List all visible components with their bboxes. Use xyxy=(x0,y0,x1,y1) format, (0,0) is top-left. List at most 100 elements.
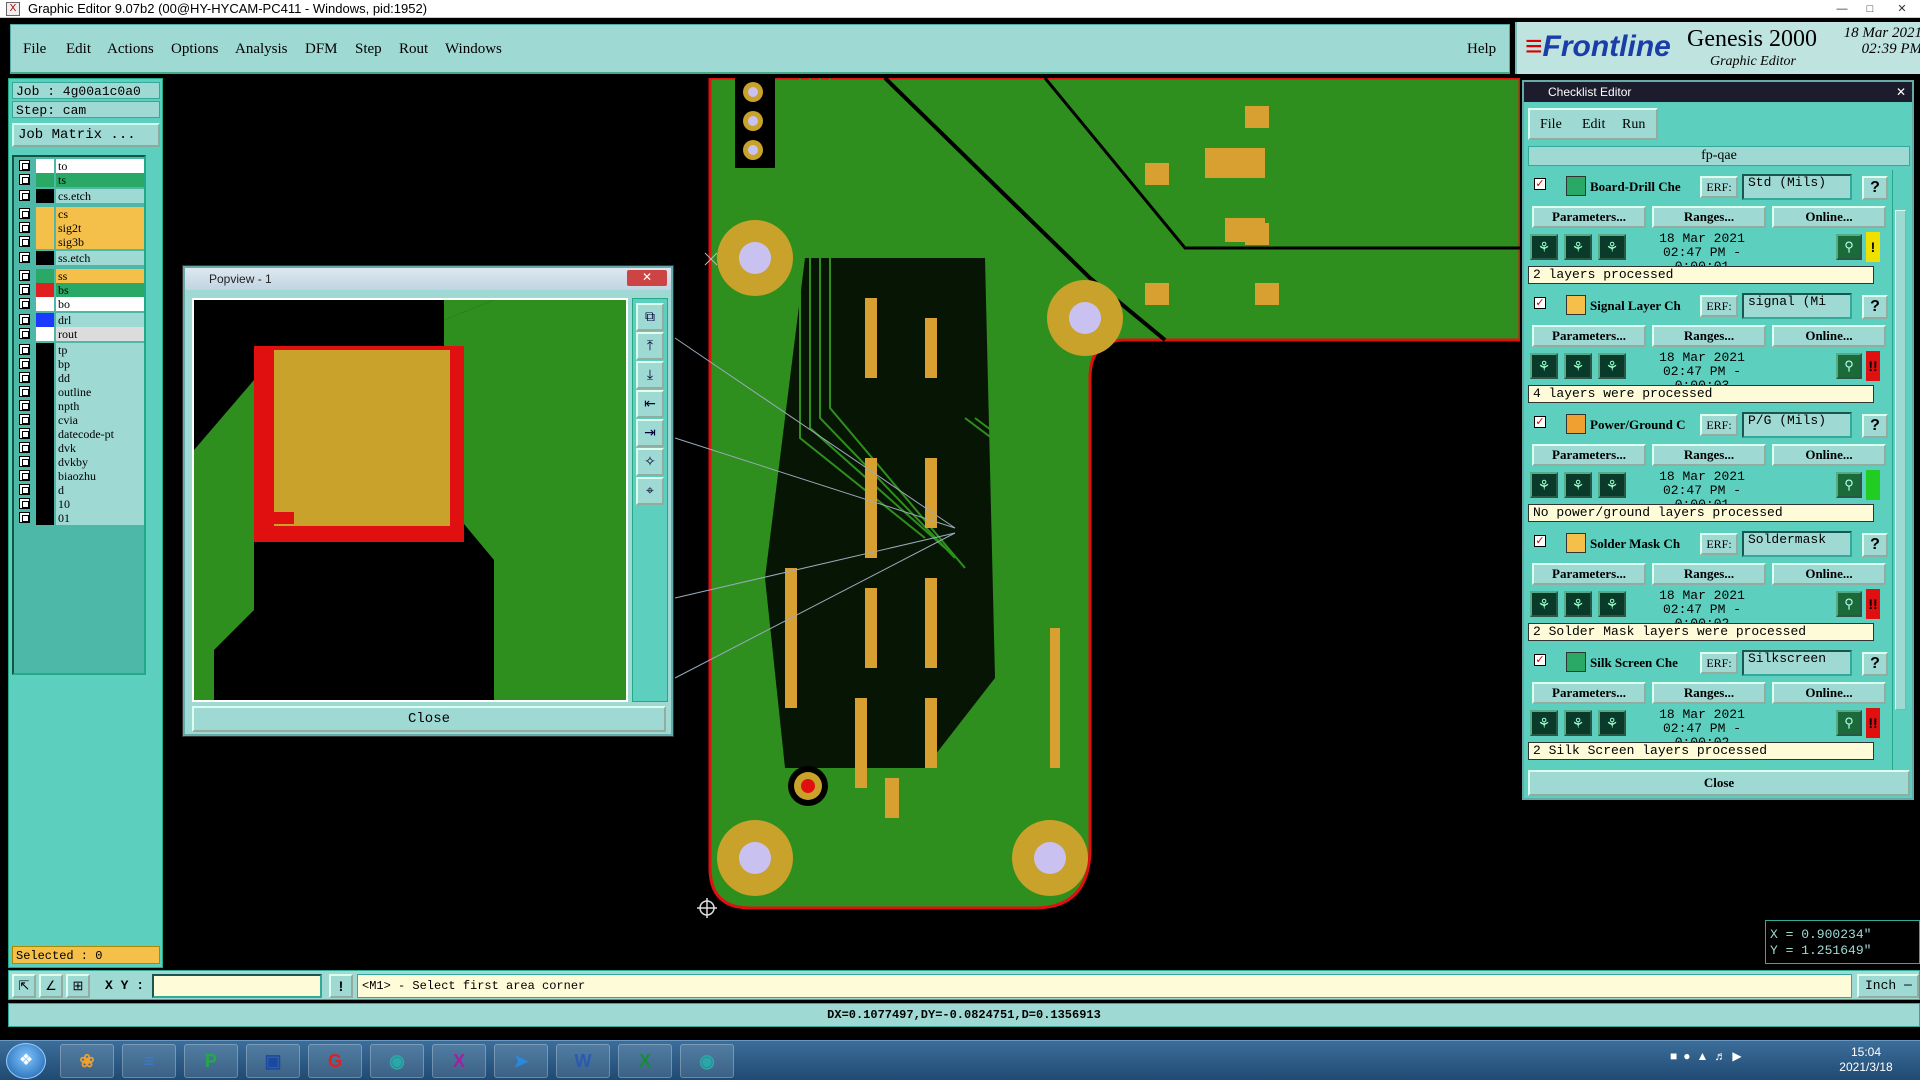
pan-left-icon[interactable]: ⇤ xyxy=(636,390,664,418)
layer-checkbox[interactable] xyxy=(19,270,30,281)
zoom-in-icon[interactable]: ⤒ xyxy=(636,332,664,360)
layer-checkbox[interactable] xyxy=(19,470,30,481)
snap-icon[interactable]: ⇱ xyxy=(12,974,36,998)
layer-name[interactable]: drl xyxy=(56,313,144,327)
layer-color-swatch[interactable] xyxy=(36,441,54,455)
run-action-icon-3[interactable]: ⚘ xyxy=(1598,234,1626,260)
run-action-icon-3[interactable]: ⚘ xyxy=(1598,472,1626,498)
check-enable-checkbox[interactable]: ✓ xyxy=(1534,654,1546,666)
run-action-icon[interactable]: ⚘ xyxy=(1530,234,1558,260)
layer-checkbox[interactable] xyxy=(19,298,30,309)
layer-checkbox[interactable] xyxy=(19,314,30,325)
checklist-scrollbar[interactable] xyxy=(1892,170,1908,770)
layer-name[interactable]: sig3b xyxy=(56,235,144,249)
layer-checkbox[interactable] xyxy=(19,358,30,369)
online-button[interactable]: Online... xyxy=(1772,325,1886,347)
layer-row-tp[interactable]: tp xyxy=(16,343,144,357)
layer-color-swatch[interactable] xyxy=(36,189,54,203)
layer-row-ts[interactable]: ts xyxy=(16,173,144,187)
layer-checkbox[interactable] xyxy=(19,236,30,247)
job-matrix-button[interactable]: Job Matrix ... xyxy=(12,123,160,147)
save-icon[interactable]: ▣ xyxy=(246,1044,300,1078)
zoom-out-icon[interactable]: ⤓ xyxy=(636,361,664,389)
check-name[interactable]: Signal Layer Ch xyxy=(1590,298,1698,314)
layer-name[interactable]: cs xyxy=(56,207,144,221)
measure-icon[interactable]: ∠ xyxy=(39,974,63,998)
layer-name[interactable]: cs.etch xyxy=(56,189,144,203)
layer-checkbox[interactable] xyxy=(19,344,30,355)
word-icon[interactable]: W xyxy=(556,1044,610,1078)
layer-checkbox[interactable] xyxy=(19,328,30,339)
run-action-icon[interactable]: ⚘ xyxy=(1530,710,1558,736)
layer-color-swatch[interactable] xyxy=(36,427,54,441)
popview-x-button[interactable]: ✕ xyxy=(627,270,667,286)
run-action-icon-3[interactable]: ⚘ xyxy=(1598,710,1626,736)
layer-checkbox[interactable] xyxy=(19,456,30,467)
layer-color-swatch[interactable] xyxy=(36,357,54,371)
run-action-icon[interactable]: ⚘ xyxy=(1530,591,1558,617)
layer-checkbox[interactable] xyxy=(19,386,30,397)
zoom-window-icon[interactable]: ⧉ xyxy=(636,303,664,331)
warning-button[interactable]: ! xyxy=(329,974,353,998)
layer-checkbox[interactable] xyxy=(19,484,30,495)
menu-windows[interactable]: Windows xyxy=(445,41,502,58)
feather-icon[interactable]: ➤ xyxy=(494,1044,548,1078)
layer-row-ss-etch[interactable]: ss.etch xyxy=(16,251,144,265)
layer-row-outline[interactable]: outline xyxy=(16,385,144,399)
ranges-button[interactable]: Ranges... xyxy=(1652,682,1766,704)
grid-icon[interactable]: ⊞ xyxy=(66,974,90,998)
layer-row-dvkby[interactable]: dvkby xyxy=(16,455,144,469)
menu-file[interactable]: File xyxy=(23,41,46,58)
layer-row-to[interactable]: to xyxy=(16,159,144,173)
parameters-button[interactable]: Parameters... xyxy=(1532,325,1646,347)
online-button[interactable]: Online... xyxy=(1772,682,1886,704)
layer-color-swatch[interactable] xyxy=(36,327,54,341)
layer-row-cs-etch[interactable]: cs.etch xyxy=(16,189,144,203)
run-action-icon[interactable]: ⚘ xyxy=(1530,353,1558,379)
run-action-icon-3[interactable]: ⚘ xyxy=(1598,591,1626,617)
layer-name[interactable]: tp xyxy=(56,343,144,357)
pan-right-icon[interactable]: ⇥ xyxy=(636,419,664,447)
check-enable-checkbox[interactable]: ✓ xyxy=(1534,535,1546,547)
layer-color-swatch[interactable] xyxy=(36,159,54,173)
ranges-button[interactable]: Ranges... xyxy=(1652,325,1766,347)
layer-checkbox[interactable] xyxy=(19,498,30,509)
layer-row-datecode-pt[interactable]: datecode-pt xyxy=(16,427,144,441)
layer-row-cs[interactable]: cs xyxy=(16,207,144,221)
layer-color-swatch[interactable] xyxy=(36,483,54,497)
layer-color-swatch[interactable] xyxy=(36,173,54,187)
layer-color-swatch[interactable] xyxy=(36,297,54,311)
tray-icons[interactable]: ■●▲♬▶ xyxy=(1670,1049,1748,1063)
minimize-button[interactable]: — xyxy=(1830,0,1854,16)
run-action-icon-2[interactable]: ⚘ xyxy=(1564,591,1592,617)
run-action-icon-2[interactable]: ⚘ xyxy=(1564,353,1592,379)
run-action-icon-2[interactable]: ⚘ xyxy=(1564,472,1592,498)
layer-checkbox[interactable] xyxy=(19,160,30,171)
layer-row-drl[interactable]: drl xyxy=(16,313,144,327)
check-enable-checkbox[interactable]: ✓ xyxy=(1534,297,1546,309)
erf-button[interactable]: ERF: xyxy=(1700,295,1738,317)
layer-row-bp[interactable]: bp xyxy=(16,357,144,371)
parameters-button[interactable]: Parameters... xyxy=(1532,682,1646,704)
layer-checkbox[interactable] xyxy=(19,174,30,185)
layer-name[interactable]: biaozhu xyxy=(56,469,144,483)
layer-name[interactable]: dvk xyxy=(56,441,144,455)
layer-color-swatch[interactable] xyxy=(36,313,54,327)
start-button[interactable]: ❖ xyxy=(6,1043,46,1079)
layer-name[interactable]: ts xyxy=(56,173,144,187)
run-action-icon-2[interactable]: ⚘ xyxy=(1564,234,1592,260)
excel-icon[interactable]: X xyxy=(618,1044,672,1078)
check-name[interactable]: Power/Ground C xyxy=(1590,417,1698,433)
g-icon[interactable]: G xyxy=(308,1044,362,1078)
layer-color-swatch[interactable] xyxy=(36,343,54,357)
menu-dfm[interactable]: DFM xyxy=(305,41,338,58)
layer-color-swatch[interactable] xyxy=(36,269,54,283)
scroll-thumb[interactable] xyxy=(1895,210,1906,710)
eye-icon[interactable]: ◉ xyxy=(370,1044,424,1078)
layer-checkbox[interactable] xyxy=(19,284,30,295)
layer-name[interactable]: to xyxy=(56,159,144,173)
checklist-menu-file[interactable]: File xyxy=(1540,117,1562,133)
fit-icon[interactable]: ✧ xyxy=(636,448,664,476)
menu-edit[interactable]: Edit xyxy=(66,41,91,58)
parameters-button[interactable]: Parameters... xyxy=(1532,206,1646,228)
